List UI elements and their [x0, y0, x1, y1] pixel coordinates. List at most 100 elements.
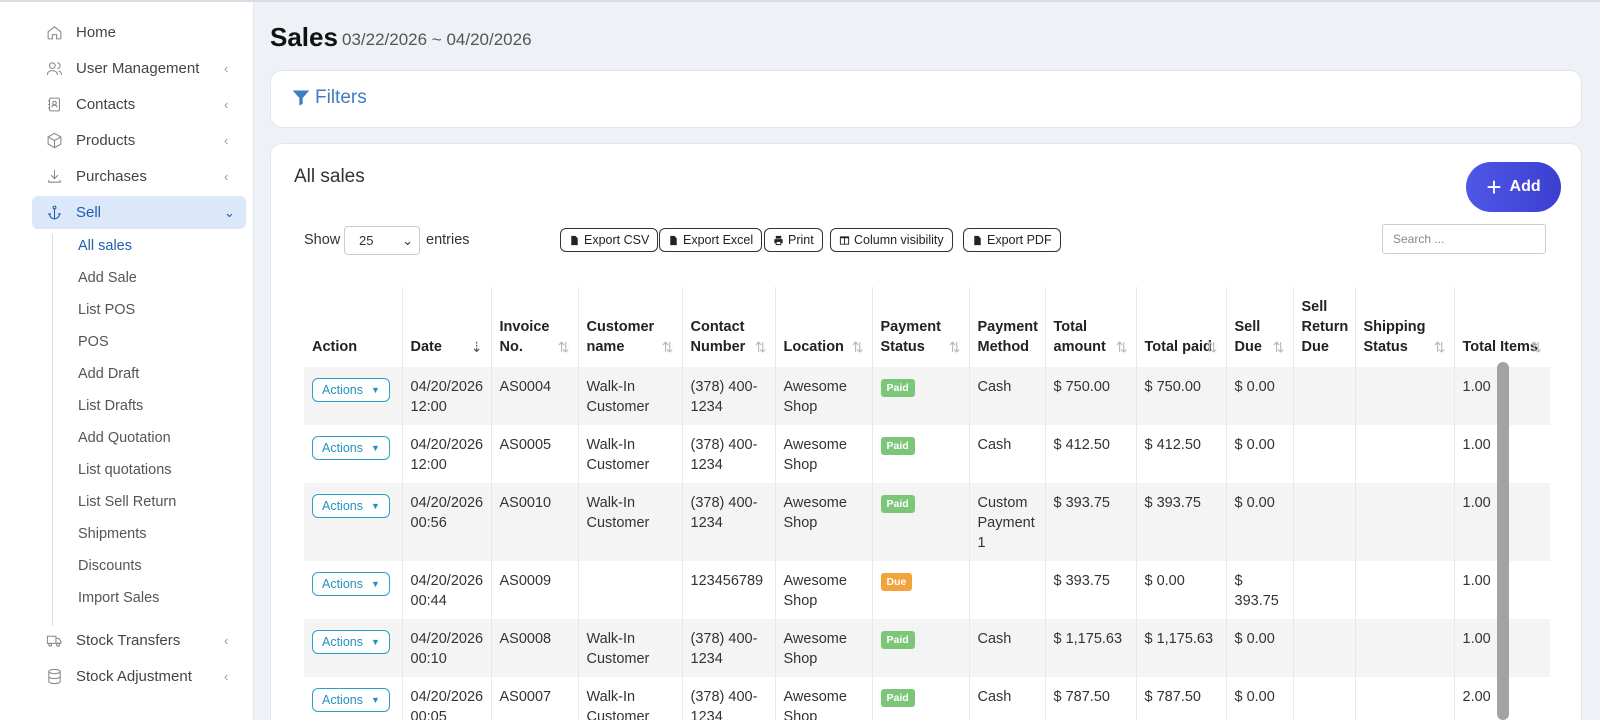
chevron-left-icon: ‹	[224, 97, 229, 112]
export-csv-button[interactable]: Export CSV	[560, 228, 659, 252]
sidebar-item-purchases[interactable]: Purchases ‹	[32, 160, 246, 193]
export-pdf-button[interactable]: Export PDF	[963, 228, 1061, 252]
status-badge: Paid	[880, 631, 915, 649]
cell-due: $ 0.00	[1225, 425, 1293, 483]
sidebar-item-stock-adjustment[interactable]: Stock Adjustment ‹	[32, 660, 246, 693]
print-icon	[774, 235, 783, 245]
table-row: Actions ▼ 04/20/2026 00:44 AS0009 1234567…	[304, 561, 1550, 619]
sort-icon: ⇅	[1115, 339, 1128, 355]
anchor-icon	[32, 204, 76, 221]
submenu-add-sale[interactable]: Add Sale	[78, 270, 137, 286]
submenu-list-quotations[interactable]: List quotations	[78, 462, 172, 478]
users-icon	[32, 60, 76, 77]
column-header[interactable]: Contact Number ⇅	[681, 287, 775, 367]
column-header[interactable]: Sell Due ⇅	[1225, 287, 1293, 367]
add-button[interactable]: + Add	[1466, 162, 1561, 212]
search-input[interactable]	[1382, 224, 1546, 254]
actions-dropdown[interactable]: Actions ▼	[312, 494, 390, 518]
cell-customer: Walk-In Customer	[577, 677, 682, 720]
column-header[interactable]: Invoice No. ⇅	[490, 287, 578, 367]
cell-due: $ 0.00	[1225, 677, 1293, 720]
column-visibility-label: Column visibility	[854, 233, 944, 247]
chevron-left-icon: ‹	[224, 633, 229, 648]
home-icon	[32, 24, 76, 41]
cell-invoice: AS0008	[490, 619, 578, 677]
print-button[interactable]: Print	[764, 228, 823, 252]
submenu-add-quotation[interactable]: Add Quotation	[78, 430, 171, 446]
actions-dropdown[interactable]: Actions ▼	[312, 630, 390, 654]
sidebar-item-home[interactable]: Home	[32, 16, 246, 49]
chevron-left-icon: ‹	[224, 669, 229, 684]
filter-icon	[292, 90, 310, 106]
cell-total: $ 412.50	[1044, 425, 1136, 483]
cell-invoice: AS0004	[490, 367, 578, 425]
page-title: Sales	[270, 22, 338, 52]
cell-contact: 123456789	[681, 561, 775, 619]
cell-total: $ 787.50	[1044, 677, 1136, 720]
sort-icon: ⇅	[1272, 339, 1285, 355]
column-header[interactable]: Total paid ⇅	[1135, 287, 1226, 367]
sort-icon: ⇅	[1530, 339, 1542, 355]
sidebar-item-label: Sell	[76, 204, 102, 221]
sidebar: Home User Management ‹ Contacts ‹ Produc…	[0, 2, 254, 720]
sidebar-item-label: Stock Transfers	[76, 632, 181, 649]
cell-shipping	[1354, 561, 1454, 619]
sidebar-item-products[interactable]: Products ‹	[32, 124, 246, 157]
cell-shipping	[1354, 483, 1454, 561]
export-excel-label: Export Excel	[683, 233, 754, 247]
filters-card: Filters	[270, 70, 1582, 128]
cell-due: $ 393.75	[1225, 561, 1293, 619]
cell-contact: (378) 400-1234	[681, 367, 775, 425]
cell-location: Awesome Shop	[774, 677, 872, 720]
sidebar-item-label: Stock Adjustment	[76, 668, 192, 685]
column-header[interactable]: Total amount ⇅	[1044, 287, 1136, 367]
status-badge: Paid	[880, 495, 915, 513]
submenu-shipments[interactable]: Shipments	[78, 526, 147, 542]
submenu-list-sell-return[interactable]: List Sell Return	[78, 494, 176, 510]
page-size-select[interactable]: 25 ⌄	[344, 226, 420, 255]
column-header[interactable]: Customer name ⇅	[577, 287, 682, 367]
table-scrollbar[interactable]	[1497, 362, 1509, 720]
cell-method: Cash	[968, 677, 1045, 720]
sidebar-item-sell[interactable]: Sell ⌄	[32, 196, 246, 229]
column-header[interactable]: Shipping Status ⇅	[1354, 287, 1454, 367]
actions-dropdown[interactable]: Actions ▼	[312, 572, 390, 596]
cell-method	[968, 561, 1045, 619]
cell-return-due	[1292, 425, 1355, 483]
export-excel-button[interactable]: Export Excel	[659, 228, 763, 252]
sort-icon: ⇅	[948, 339, 961, 355]
column-header[interactable]: Payment Status ⇅	[871, 287, 969, 367]
sidebar-item-stock-transfers[interactable]: Stock Transfers ‹	[32, 624, 246, 657]
filters-label: Filters	[315, 87, 367, 108]
submenu-discounts[interactable]: Discounts	[78, 558, 142, 574]
submenu-pos[interactable]: POS	[78, 334, 109, 350]
cell-total: $ 1,175.63	[1044, 619, 1136, 677]
sidebar-item-contacts[interactable]: Contacts ‹	[32, 88, 246, 121]
submenu-list-pos[interactable]: List POS	[78, 302, 135, 318]
file-icon	[974, 235, 981, 245]
chevron-left-icon: ‹	[224, 133, 229, 148]
column-visibility-button[interactable]: Column visibility	[830, 228, 953, 252]
entries-label: entries	[426, 232, 470, 248]
column-header[interactable]: Date ⇣	[401, 287, 491, 367]
submenu-all-sales[interactable]: All sales	[78, 238, 132, 254]
actions-dropdown[interactable]: Actions ▼	[312, 378, 390, 402]
cell-date: 04/20/2026 00:56	[401, 483, 491, 561]
column-header[interactable]: Total Items ⇅	[1453, 287, 1550, 367]
actions-dropdown[interactable]: Actions ▼	[312, 436, 390, 460]
sort-icon: ⇅	[661, 339, 674, 355]
filters-toggle[interactable]: Filters	[291, 87, 367, 109]
cell-due: $ 0.00	[1225, 619, 1293, 677]
submenu-add-draft[interactable]: Add Draft	[78, 366, 139, 382]
sidebar-item-user-management[interactable]: User Management ‹	[32, 52, 246, 85]
submenu-list-drafts[interactable]: List Drafts	[78, 398, 143, 414]
column-header[interactable]: Location ⇅	[774, 287, 872, 367]
cell-location: Awesome Shop	[774, 561, 872, 619]
sort-icon: ⇅	[1433, 339, 1446, 355]
card-title: All sales	[294, 166, 365, 187]
submenu-import-sales[interactable]: Import Sales	[78, 590, 159, 606]
file-icon	[571, 235, 578, 245]
actions-dropdown[interactable]: Actions ▼	[312, 688, 390, 712]
cell-location: Awesome Shop	[774, 483, 872, 561]
sort-icon: ⇅	[1205, 339, 1218, 355]
